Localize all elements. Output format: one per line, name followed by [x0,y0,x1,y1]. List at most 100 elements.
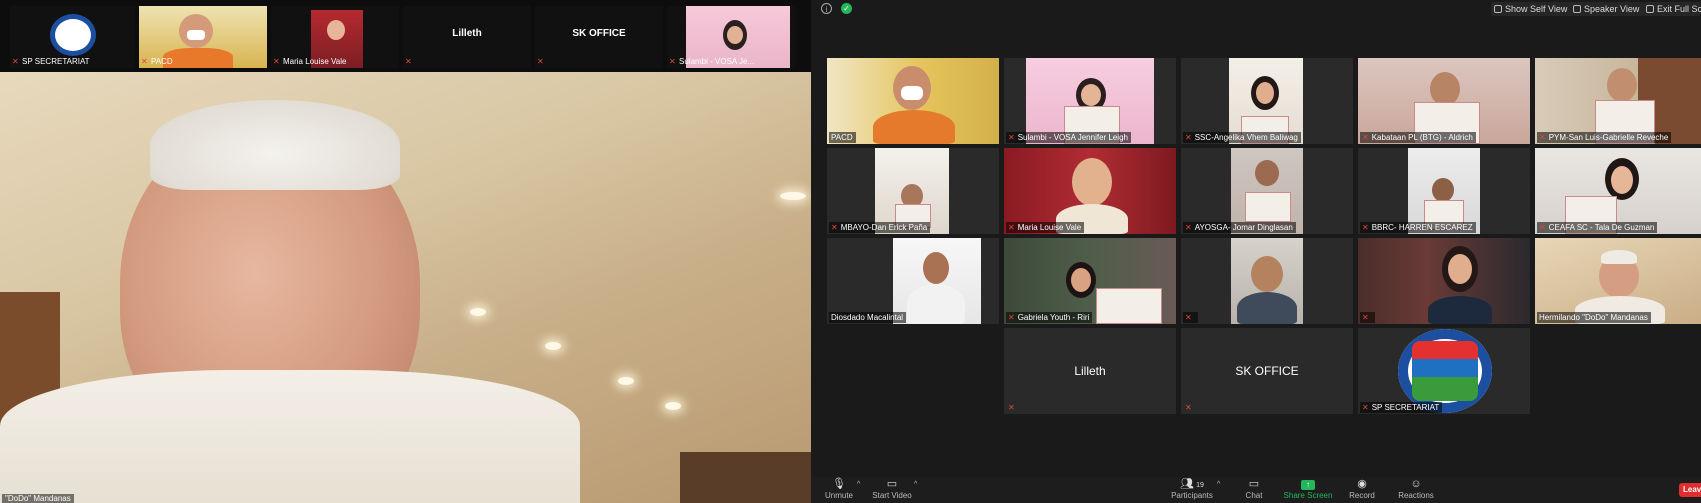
muted-mic-icon: ✕ [1185,223,1192,232]
show-self-view-button[interactable]: Show Self View [1491,2,1572,16]
muted-mic-icon: ✕ [1362,133,1369,142]
gallery-tile-bbrc[interactable]: ✕ BBRC- HARREN ESCAREZ [1358,148,1530,234]
gallery-tile-ceafa-sc[interactable]: ✕ CEAFA SC - Tala De Guzman [1535,148,1701,234]
leave-meeting-button[interactable]: Leav [1679,483,1701,497]
participant-name: PACD [831,133,853,142]
gallery-tile-sulambi-vosa[interactable]: ✕ Sulambi - VOSA Jennifer Leigh [1004,58,1176,144]
share-screen-button[interactable]: ↑ Share Screen [1283,478,1333,502]
participants-count: 19 [1196,482,1204,489]
background-cabinet [680,452,811,503]
thumbnail-strip: ✕ SP SECRETARIAT ✕ PACD ✕ Maria Louise V… [0,0,811,72]
muted-mic-icon: ✕ [669,57,676,66]
gallery-tile-pacd[interactable]: PACD [827,58,999,144]
video-off-icon: ▭ [886,478,898,490]
participant-name-tag: ✕ CEAFA SC - Tala De Guzman [1537,222,1658,233]
muted-mic-icon: ✕ [1008,313,1015,322]
strip-tile-sulambi[interactable]: ✕ Sulambi - VOSA Je... [667,6,795,68]
participant-name-tag: PACD [829,132,856,143]
oath-taking-sign [1096,288,1162,324]
participant-body [1237,292,1297,324]
leave-label: Leav [1683,485,1701,494]
participant-name-tag: ✕ SSC-Angelika Vhem Baliwag [1183,132,1301,143]
gallery-tile-hermilando-mandanas[interactable]: Hermilando "DoDo" Mandanas [1535,238,1701,324]
participant-head [1432,178,1454,202]
participants-button[interactable]: 👥︎ 19 Participants [1167,478,1217,502]
muted-mic-icon: ✕ [1362,403,1369,412]
participant-name-tag: ✕ [1183,312,1198,323]
participant-body [1428,296,1492,324]
participant-name-tag: ✕ SP SECRETARIAT [1360,402,1443,413]
muted-mic-icon: ✕ [1185,403,1192,412]
gallery-tile-sk-office[interactable]: SK OFFICE ✕ [1181,328,1353,414]
muted-mic-icon: ✕ [1539,223,1546,232]
meeting-top-bar: i ✓ Show Self View Speaker View Exit Ful… [811,0,1701,18]
participants-label: Participants [1171,491,1213,500]
strip-tile-sk-office[interactable]: SK OFFICE ✕ [535,6,663,68]
gallery-tile-ayosga[interactable]: ✕ AYOSGA- Jomar Dinglasan [1181,148,1353,234]
participant-name-tag: Hermilando "DoDo" Mandanas [1537,312,1651,323]
muted-mic-icon: ✕ [1185,313,1192,322]
gallery-tile-participant-14[interactable]: ✕ [1358,238,1530,324]
reactions-button[interactable]: ☺ Reactions [1391,478,1441,502]
zoom-screenshot: ✕ SP SECRETARIAT ✕ PACD ✕ Maria Louise V… [0,0,1701,503]
participants-options-caret-icon[interactable]: ^ [1217,481,1220,488]
ceiling-light [780,192,806,200]
participant-head [1072,158,1112,206]
participant-face [1071,268,1091,292]
participant-name: MBAYO-Dan Erick Paña [840,223,928,232]
batangas-seal-logo [1398,329,1492,413]
start-video-button[interactable]: ▭ Start Video [867,478,917,502]
muted-mic-icon: ✕ [141,57,148,66]
gallery-tile-kabataan-pl[interactable]: ✕ Kabataan PL (BTG) - Aldrich [1358,58,1530,144]
chat-button[interactable]: ▭ Chat [1229,478,1279,502]
info-icon[interactable]: i [821,3,832,14]
participant-face [1256,82,1274,104]
participant-name: PYM-San Luis-Gabrielle Reveche [1548,133,1669,142]
participant-body [907,284,965,324]
reactions-label: Reactions [1398,491,1434,500]
speaker-view-button[interactable]: Speaker View [1570,2,1644,16]
strip-tile-maria-louise-vale[interactable]: ✕ Maria Louise Vale [271,6,399,68]
gallery-tile-pym-san-luis[interactable]: ✕ PYM-San Luis-Gabrielle Reveche [1535,58,1701,144]
muted-mic-icon: ✕ [1008,223,1015,232]
strip-tile-lilleth[interactable]: Lilleth ✕ [403,6,531,68]
participant-name: BBRC- HARREN ESCAREZ [1371,223,1473,232]
muted-mic-icon: ✕ [537,57,544,66]
participant-face [727,26,743,44]
gallery-tile-ssc-angelika[interactable]: ✕ SSC-Angelika Vhem Baliwag [1181,58,1353,144]
chat-label: Chat [1245,491,1263,500]
security-shield-icon[interactable]: ✓ [841,3,852,14]
participant-name: Sulambi - VOSA Jennifer Leigh [1017,133,1128,142]
participant-name-tag: ✕ [1360,312,1375,323]
muted-mic-icon: ✕ [1008,403,1015,412]
gallery-tile-maria-louise-vale[interactable]: ✕ Maria Louise Vale [1004,148,1176,234]
ceiling-light [618,377,634,385]
strip-name-label: Maria Louise Vale [283,57,347,66]
gallery-tile-diosdado[interactable]: Diosdado Macalintal [827,238,999,324]
participant-name-tag: ✕ Sulambi - VOSA Jennifer Leigh [1006,132,1131,143]
participant-name: Hermilando "DoDo" Mandanas [1539,313,1648,322]
participant-body [163,48,233,68]
exit-full-screen-button[interactable]: Exit Full Sc [1643,2,1701,16]
strip-tile-sp-secretariat[interactable]: ✕ SP SECRETARIAT [10,6,135,68]
speaker-view-icon [1573,5,1581,13]
gallery-tile-gabriela-youth[interactable]: ✕ Gabriela Youth - Riri [1004,238,1176,324]
gallery-tile-mbayo[interactable]: ✕ MBAYO-Dan Erick Paña [827,148,999,234]
muted-mic-icon: ✕ [1362,223,1369,232]
gallery-tile-participant-13[interactable]: ✕ [1181,238,1353,324]
participant-center-name: SK OFFICE [1235,364,1299,378]
participant-center-name: Lilleth [1074,364,1106,378]
gallery-tile-sp-secretariat[interactable]: ✕ SP SECRETARIAT [1358,328,1530,414]
participant-face [1611,166,1633,194]
record-icon: ◉ [1357,478,1367,490]
record-button[interactable]: ◉ Record [1337,478,1387,502]
participant-body [873,110,955,144]
speaker-name-label: "DoDo" Mandanas [2,494,74,503]
audio-options-caret-icon[interactable]: ^ [857,481,860,488]
gallery-tile-lilleth[interactable]: Lilleth ✕ [1004,328,1176,414]
muted-mic-icon: ✕ [1185,133,1192,142]
strip-tile-pacd[interactable]: ✕ PACD [139,6,267,68]
participant-head [1607,68,1637,102]
strip-name-label: Sulambi - VOSA Je... [679,57,755,66]
video-options-caret-icon[interactable]: ^ [914,481,917,488]
